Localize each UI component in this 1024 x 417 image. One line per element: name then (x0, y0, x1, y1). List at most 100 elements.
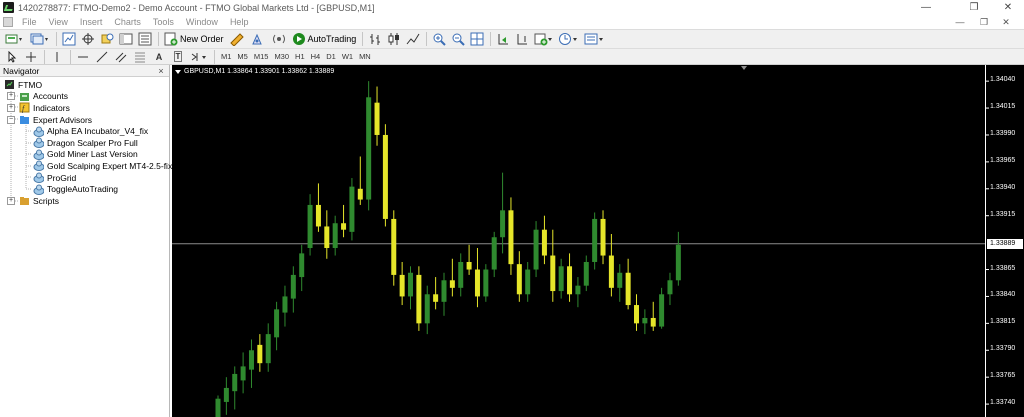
expand-accounts-toggle[interactable]: + (7, 92, 15, 101)
data-window-button[interactable] (79, 31, 97, 47)
mdi-minimize-button[interactable]: — (952, 15, 968, 29)
candle (525, 261, 531, 302)
expand-scripts-toggle[interactable]: + (7, 196, 15, 205)
expert-advisor-icon (33, 184, 44, 195)
candle (600, 210, 606, 265)
candle (307, 194, 313, 256)
expert-item[interactable]: Gold Scalping Expert MT4-2.5-fix- (33, 160, 175, 172)
expert-item[interactable]: ToggleAutoTrading (33, 183, 118, 195)
candle-body (592, 218, 598, 262)
close-button[interactable]: ✕ (994, 0, 1022, 15)
menu-window[interactable]: Window (180, 17, 224, 27)
market-watch-button[interactable] (60, 31, 78, 47)
zoom-out-button[interactable] (449, 31, 467, 47)
menu-file[interactable]: File (16, 17, 43, 27)
price-chart[interactable]: GBPUSD,M1 1.33864 1.33901 1.33862 1.3388… (172, 65, 1024, 417)
tree-item-accounts[interactable]: + Accounts (7, 91, 68, 103)
experts-folder-icon (19, 114, 30, 125)
tree-label-ftmo: FTMO (18, 79, 43, 90)
candle (248, 339, 254, 388)
candle (558, 258, 564, 299)
periods-dropdown-button[interactable] (557, 31, 581, 47)
vertical-line-icon (56, 51, 58, 62)
toolbar-separator (490, 32, 492, 46)
menu-help[interactable]: Help (224, 17, 255, 27)
chart-shift-marker-icon[interactable] (741, 66, 747, 70)
horizontal-line-icon (78, 56, 88, 57)
tree-item-expert-advisors[interactable]: − Expert Advisors (7, 114, 92, 126)
accounts-icon (19, 91, 30, 102)
autotrading-button[interactable]: AutoTrading (290, 31, 359, 47)
new-chart-button[interactable] (3, 31, 27, 47)
timeframe-d1[interactable]: D1 (323, 50, 339, 64)
restore-button[interactable]: ❐ (960, 0, 988, 15)
candlestick-chart-canvas[interactable] (172, 65, 1024, 417)
timeframe-h4[interactable]: H4 (308, 50, 324, 64)
candle (533, 221, 539, 278)
chart-window-icon[interactable] (3, 17, 13, 27)
timeframe-w1[interactable]: W1 (339, 50, 356, 64)
vertical-line-button[interactable] (48, 49, 66, 65)
timeframe-mn[interactable]: MN (356, 50, 374, 64)
navigator-toggle-button[interactable] (98, 31, 116, 47)
timeframe-m30[interactable]: M30 (271, 50, 292, 64)
fibonacci-button[interactable] (131, 49, 149, 65)
timeframe-m5[interactable]: M5 (234, 50, 250, 64)
arrows-dropdown-button[interactable] (188, 49, 210, 65)
cursor-tool-button[interactable] (3, 49, 21, 65)
equidistant-channel-button[interactable] (112, 49, 130, 65)
terminal-button[interactable] (117, 31, 135, 47)
candle-body (600, 218, 606, 256)
expert-item[interactable]: Gold Miner Last Version (33, 149, 138, 161)
candle-body (541, 229, 547, 256)
expert-item[interactable]: Dragon Scalper Pro Full (33, 137, 138, 149)
timeframe-m1[interactable]: M1 (218, 50, 234, 64)
candlestick-chart-button[interactable] (385, 31, 403, 47)
trendline-button[interactable] (93, 49, 111, 65)
candle-body (232, 373, 238, 392)
menu-view[interactable]: View (43, 17, 74, 27)
timeframe-h1[interactable]: H1 (292, 50, 308, 64)
templates-dropdown-button[interactable] (582, 31, 606, 47)
broadcast-button[interactable] (269, 31, 289, 47)
tree-item-indicators[interactable]: + f Indicators (7, 102, 70, 114)
autoscroll-button[interactable] (494, 31, 512, 47)
strategy-tester-button[interactable] (136, 31, 154, 47)
bar-chart-button[interactable] (366, 31, 384, 47)
tile-windows-button[interactable] (468, 31, 486, 47)
mdi-restore-button[interactable]: ❐ (976, 15, 992, 29)
expert-item[interactable]: ProGrid (33, 172, 76, 184)
minimize-button[interactable]: — (912, 0, 940, 15)
new-order-button[interactable]: New Order (162, 31, 226, 47)
candle (516, 251, 522, 302)
horizontal-line-button[interactable] (74, 49, 92, 65)
mdi-close-button[interactable]: ✕ (998, 15, 1014, 29)
chart-shift-button[interactable] (513, 31, 531, 47)
expert-item[interactable]: Alpha EA Incubator_V4_fix (33, 125, 148, 137)
crosshair-tool-button[interactable] (22, 49, 40, 65)
chart-shift-icon (517, 34, 528, 45)
expand-indicators-toggle[interactable]: + (7, 103, 15, 112)
zoom-in-button[interactable] (430, 31, 448, 47)
profiles-icon (30, 33, 48, 45)
timeframe-m15[interactable]: M15 (251, 50, 272, 64)
tree-item-ftmo[interactable]: FTMO (4, 79, 42, 91)
tree-item-scripts[interactable]: + Scripts (7, 195, 59, 207)
text-label-button[interactable]: T (169, 49, 187, 65)
collapse-experts-toggle[interactable]: − (7, 115, 15, 124)
candle-body (667, 280, 673, 295)
candle-body (274, 309, 280, 338)
profiles-button[interactable] (28, 31, 52, 47)
menu-insert[interactable]: Insert (74, 17, 109, 27)
indicators-dropdown-button[interactable] (532, 31, 556, 47)
signals-button[interactable] (248, 31, 268, 47)
candle (299, 244, 305, 292)
meta-editor-button[interactable] (227, 31, 247, 47)
menu-charts[interactable]: Charts (108, 17, 147, 27)
candle (483, 264, 489, 302)
menu-tools[interactable]: Tools (147, 17, 180, 27)
line-chart-button[interactable] (404, 31, 422, 47)
chart-info-triangle-icon (175, 69, 181, 74)
text-tool-button[interactable]: A (150, 49, 168, 65)
price-tick-label: 1.33815 (990, 318, 1016, 326)
